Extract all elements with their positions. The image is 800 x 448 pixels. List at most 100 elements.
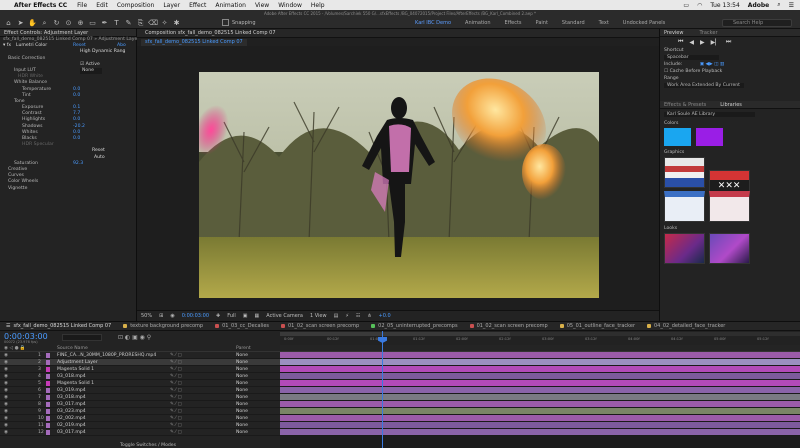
layer-visibility-icon[interactable]: ◉: [4, 401, 8, 408]
magnification-dropdown[interactable]: 50%: [141, 313, 152, 319]
brush-tool-icon[interactable]: ✎: [124, 19, 133, 28]
rectangle-tool-icon[interactable]: ▭: [88, 19, 97, 28]
timeline-search-input[interactable]: [62, 334, 102, 341]
timeline-active-tab[interactable]: ☰ sfx_fall_demo_082515 Linked Comp 07: [0, 323, 117, 329]
layer-visibility-icon[interactable]: ◉: [4, 415, 8, 422]
workspace-undocked-panels[interactable]: Undocked Panels: [616, 19, 672, 28]
layer-name[interactable]: 03_018.mp4: [57, 394, 86, 401]
layer-visibility-icon[interactable]: ◉: [4, 380, 8, 387]
roto-tool-icon[interactable]: ✧: [160, 19, 169, 28]
layer-name[interactable]: 03_017.mp4: [57, 429, 86, 436]
layer-switches-icon[interactable]: ✎ ⁄ ▢: [170, 373, 182, 380]
battery-icon[interactable]: ▭: [683, 2, 689, 9]
layer-visibility-icon[interactable]: ◉: [4, 373, 8, 380]
composition-viewer[interactable]: [199, 72, 599, 298]
camera-tool-icon[interactable]: ⊙: [64, 19, 73, 28]
show-snapshot-icon[interactable]: ✚: [216, 313, 220, 319]
shortcut-dropdown[interactable]: Spacebar: [664, 55, 719, 60]
grid-icon[interactable]: ⊞: [159, 313, 163, 319]
layer-visibility-icon[interactable]: ◉: [4, 352, 8, 359]
timeline-tab-5[interactable]: 01_02_scan screen precomp: [464, 323, 554, 329]
composition-subtab[interactable]: sfx_fall_demo_082515 Linked Comp 07: [141, 38, 247, 46]
graphic-lowerthird-blue[interactable]: [664, 191, 705, 222]
layer-duration-bar[interactable]: [280, 394, 800, 400]
layer-switches-icon[interactable]: ✎ ⁄ ▢: [170, 366, 182, 373]
camera-snapshot-icon[interactable]: ◉: [170, 313, 174, 319]
layer-label-color[interactable]: [46, 388, 50, 393]
layer-visibility-icon[interactable]: ◉: [4, 366, 8, 373]
layer-duration-bar[interactable]: [280, 422, 800, 428]
timeline-tab-1[interactable]: texture background precomp: [117, 323, 209, 329]
workspace-standard[interactable]: Standard: [555, 19, 592, 28]
tracker-tab[interactable]: Tracker: [699, 29, 717, 37]
time-ruler[interactable]: 0:00f 00:12f 01:00f 01:12f 02:00f 02:12f 03:00…: [280, 331, 800, 345]
layer-duration-bar[interactable]: [280, 387, 800, 393]
layer-duration-bar[interactable]: [280, 380, 800, 386]
timeline-tab-3[interactable]: 01_02_scan screen precomp: [275, 323, 365, 329]
menu-edit[interactable]: Edit: [96, 2, 108, 9]
layer-parent-dropdown[interactable]: None: [236, 380, 248, 387]
workspace-paint[interactable]: Paint: [529, 19, 555, 28]
layer-parent-dropdown[interactable]: None: [236, 408, 248, 415]
effect-controls-tab[interactable]: Effect Controls: Adjustment Layer: [0, 29, 136, 37]
layer-visibility-icon[interactable]: ◉: [4, 422, 8, 429]
last-frame-icon[interactable]: ⏭: [726, 38, 731, 46]
search-help-input[interactable]: Search Help: [722, 19, 792, 27]
layer-label-color[interactable]: [46, 402, 50, 407]
wifi-icon[interactable]: ◠: [697, 2, 702, 9]
layer-parent-dropdown[interactable]: None: [236, 401, 248, 408]
home-icon[interactable]: ⌂: [4, 19, 13, 28]
layer-switches-icon[interactable]: ✎ ⁄ ▢: [170, 408, 182, 415]
layer-name[interactable]: FINE_CA...N_30MM_1080P_PRORESHQ.mp4: [57, 352, 156, 359]
pan-behind-icon[interactable]: ⊕: [76, 19, 85, 28]
range-dropdown[interactable]: Work Area Extended By Current: [664, 83, 744, 88]
layer-parent-dropdown[interactable]: None: [236, 422, 248, 429]
layer-name[interactable]: 03_017.mp4: [57, 401, 86, 408]
layer-visibility-icon[interactable]: ◉: [4, 359, 8, 366]
graphic-flag-nl[interactable]: [664, 157, 705, 188]
look-thumbnail-1[interactable]: [664, 233, 705, 264]
layer-visibility-icon[interactable]: ◉: [4, 429, 8, 436]
layer-switches-icon[interactable]: ✎ ⁄ ▢: [170, 415, 182, 422]
rotate-tool-icon[interactable]: ↻: [52, 19, 61, 28]
menu-help[interactable]: Help: [311, 2, 325, 9]
layer-label-color[interactable]: [46, 416, 50, 421]
timeline-switch-icons[interactable]: ⊡ ◐ ▣ ◉ ⚲: [118, 334, 151, 341]
layer-label-color[interactable]: [46, 395, 50, 400]
layer-switches-icon[interactable]: ✎ ⁄ ▢: [170, 387, 182, 394]
fast-preview-icon[interactable]: ⚡: [345, 313, 349, 319]
workspace-text[interactable]: Text: [592, 19, 616, 28]
flowchart-icon[interactable]: ⋔: [367, 313, 371, 319]
next-frame-icon[interactable]: ▶▏: [711, 39, 720, 46]
color-swatch-purple[interactable]: [695, 128, 723, 146]
snapping-checkbox[interactable]: [222, 19, 229, 26]
layer-label-color[interactable]: [46, 360, 50, 365]
layer-row[interactable]: ◉ 2 Adjustment Layer ✎ ⁄ ▢ None: [0, 359, 280, 366]
layer-name[interactable]: 03_023.mp4: [57, 408, 86, 415]
layer-duration-bar[interactable]: [280, 408, 800, 414]
layer-label-color[interactable]: [46, 409, 50, 414]
layer-name[interactable]: 03_018.mp4: [57, 373, 86, 380]
layer-row[interactable]: ◉ 3 Magenta Solid 1 ✎ ⁄ ▢ None: [0, 366, 280, 373]
layer-switches-icon[interactable]: ✎ ⁄ ▢: [170, 380, 182, 387]
menu-effect[interactable]: Effect: [189, 2, 206, 9]
region-icon[interactable]: ▣: [243, 313, 248, 319]
preview-tab[interactable]: Preview: [664, 29, 683, 37]
layer-parent-dropdown[interactable]: None: [236, 394, 248, 401]
layer-label-color[interactable]: [46, 430, 50, 435]
workspace-karl-ibc-demo[interactable]: Karl IBC Demo: [408, 19, 458, 28]
current-time-display[interactable]: 0:00:03:00: [182, 313, 209, 319]
menu-view[interactable]: View: [255, 2, 269, 9]
layer-switches-icon[interactable]: ✎ ⁄ ▢: [170, 359, 182, 366]
timeline-tab-6[interactable]: 05_01_outline_face_tracker: [554, 323, 641, 329]
layer-label-color[interactable]: [46, 367, 50, 372]
menu-window[interactable]: Window: [278, 2, 302, 9]
layer-row[interactable]: ◉ 9 03_023.mp4 ✎ ⁄ ▢ None: [0, 408, 280, 415]
workspace-effects[interactable]: Effects: [498, 19, 529, 28]
layer-label-color[interactable]: [46, 381, 50, 386]
layer-label-color[interactable]: [46, 374, 50, 379]
layer-row[interactable]: ◉ 11 02_019.mp4 ✎ ⁄ ▢ None: [0, 422, 280, 429]
libraries-tab[interactable]: Libraries: [720, 101, 742, 109]
layer-duration-bar[interactable]: [280, 401, 800, 407]
pen-tool-icon[interactable]: ✒: [100, 19, 109, 28]
